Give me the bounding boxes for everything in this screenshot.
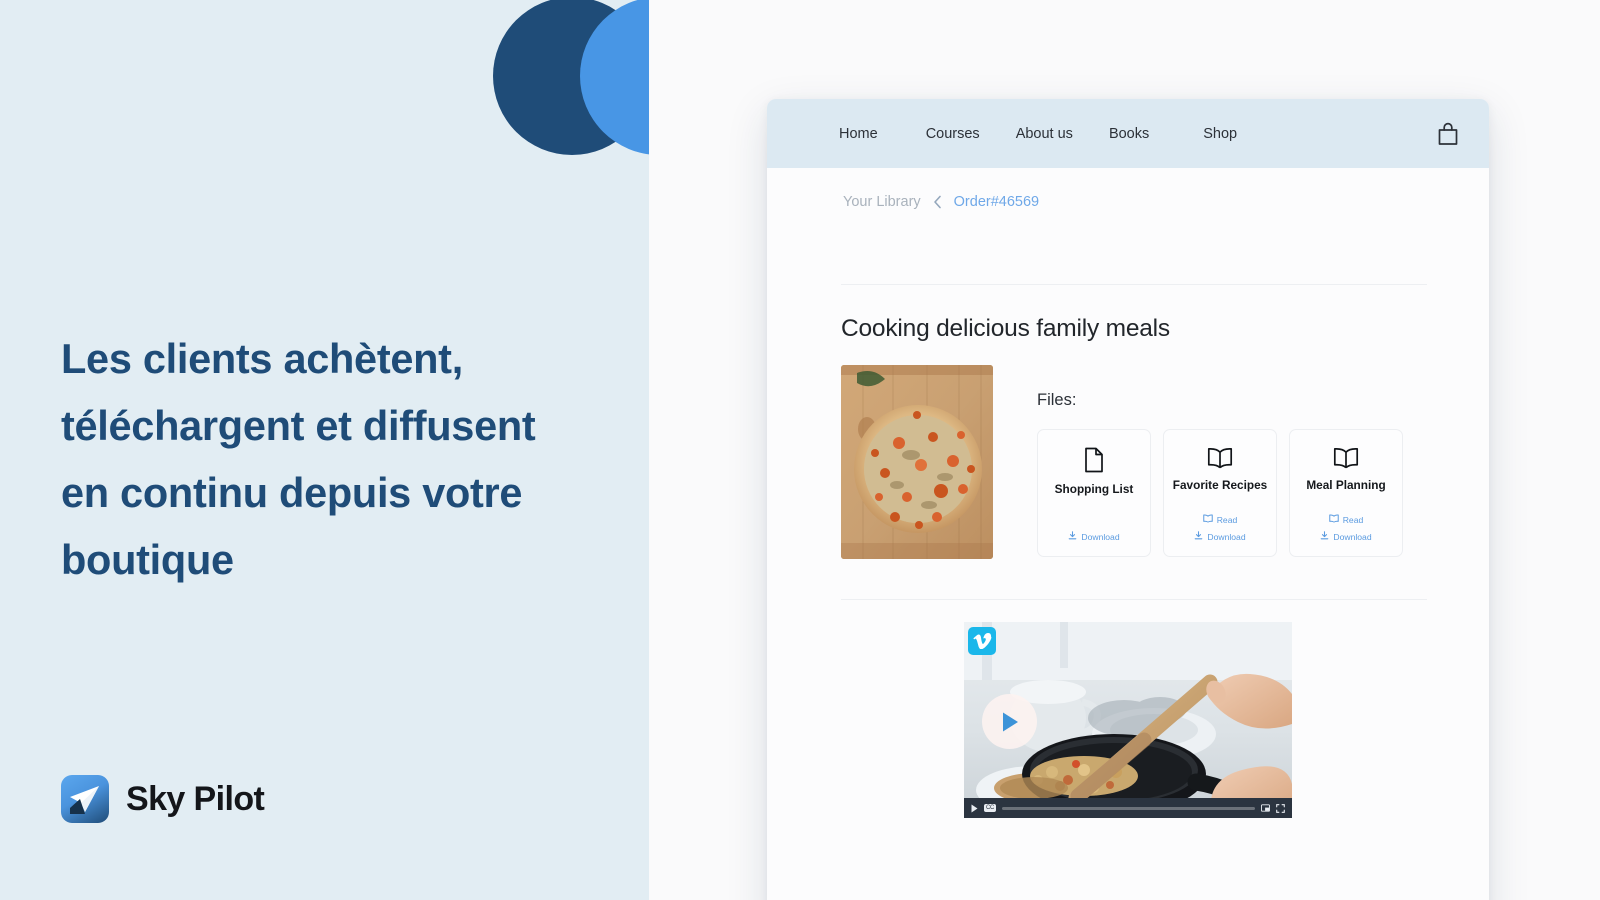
- file-actions: Read Download: [1194, 500, 1246, 542]
- breadcrumb-current[interactable]: Order#46569: [954, 194, 1039, 210]
- read-action[interactable]: Read: [1328, 514, 1364, 525]
- book-icon: [1333, 447, 1359, 469]
- file-name: Meal Planning: [1306, 478, 1386, 492]
- file-card-meal-planning[interactable]: Meal Planning Read Download: [1289, 429, 1403, 557]
- download-icon: [1194, 531, 1203, 542]
- breadcrumb: Your Library Order#46569: [801, 168, 1455, 210]
- files-section: Files: Shopping List Download Favorite R…: [1037, 365, 1455, 559]
- nav-item-books[interactable]: Books: [1109, 126, 1177, 142]
- fullscreen-icon[interactable]: [1276, 803, 1285, 813]
- read-label: Read: [1216, 514, 1238, 525]
- book-open-icon: [1202, 514, 1213, 525]
- download-action[interactable]: Download: [1320, 531, 1372, 542]
- brand-name: Sky Pilot: [126, 779, 265, 818]
- nav-item-courses[interactable]: Courses: [926, 126, 1008, 142]
- play-button[interactable]: [982, 694, 1037, 749]
- read-action[interactable]: Read: [1202, 514, 1238, 525]
- download-label: Download: [1207, 531, 1246, 542]
- shopping-bag-icon[interactable]: [1437, 122, 1459, 146]
- file-card-shopping-list[interactable]: Shopping List Download: [1037, 429, 1151, 557]
- closed-captions-button[interactable]: CC: [984, 804, 997, 812]
- product-thumbnail: [841, 365, 993, 559]
- nav-links: Home Courses About us Books Shop: [839, 126, 1437, 142]
- paper-plane-icon: [61, 775, 109, 823]
- video-player[interactable]: CC: [964, 622, 1292, 818]
- video-controls: CC: [964, 798, 1292, 818]
- storefront-window: Home Courses About us Books Shop Your Li…: [767, 99, 1489, 900]
- pip-icon[interactable]: [1261, 804, 1270, 812]
- download-icon: [1320, 531, 1329, 542]
- file-name: Shopping List: [1054, 482, 1134, 496]
- download-label: Download: [1333, 531, 1372, 542]
- files-label: Files:: [1037, 391, 1077, 409]
- site-navbar: Home Courses About us Books Shop: [767, 99, 1489, 168]
- page-body: Your Library Order#46569 Cooking delicio…: [767, 168, 1489, 818]
- download-action[interactable]: Download: [1068, 531, 1120, 542]
- file-cards: Shopping List Download Favorite Recipes …: [1037, 429, 1455, 557]
- download-action[interactable]: Download: [1194, 531, 1246, 542]
- brand-lockup: Sky Pilot: [61, 775, 265, 823]
- product-row: Files: Shopping List Download Favorite R…: [801, 343, 1455, 559]
- play-icon[interactable]: [971, 804, 978, 813]
- book-open-icon: [1328, 514, 1339, 525]
- nav-item-home[interactable]: Home: [839, 126, 906, 142]
- breadcrumb-parent[interactable]: Your Library: [843, 194, 921, 210]
- book-icon: [1207, 447, 1233, 469]
- hero-panel: Les clients achètent, téléchargent et di…: [0, 0, 649, 900]
- file-actions: Download: [1068, 517, 1120, 542]
- screenshot-root: Les clients achètent, téléchargent et di…: [0, 0, 1600, 900]
- file-name: Favorite Recipes: [1172, 478, 1268, 492]
- chevron-left-icon: [931, 194, 944, 210]
- product-title: Cooking delicious family meals: [841, 315, 1170, 342]
- download-icon: [1068, 531, 1077, 542]
- read-label: Read: [1342, 514, 1364, 525]
- download-label: Download: [1081, 531, 1120, 542]
- vimeo-icon[interactable]: [968, 627, 996, 655]
- hero-headline: Les clients achètent, téléchargent et di…: [61, 335, 536, 583]
- nav-item-shop[interactable]: Shop: [1203, 126, 1265, 142]
- nav-item-about-us[interactable]: About us: [1016, 126, 1101, 142]
- video-progress-bar[interactable]: [1002, 806, 1255, 810]
- document-icon: [1083, 447, 1105, 473]
- file-actions: Read Download: [1320, 500, 1372, 542]
- divider-bottom: [841, 599, 1427, 600]
- file-card-favorite-recipes[interactable]: Favorite Recipes Read Download: [1163, 429, 1277, 557]
